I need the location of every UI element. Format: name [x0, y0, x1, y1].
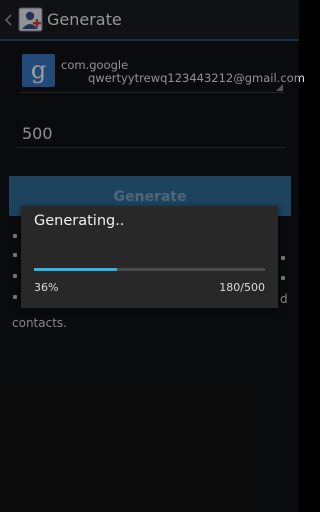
progress-dialog: Generating.. 36% 180/500 — [21, 206, 278, 308]
progress-bar-fill — [34, 268, 118, 271]
screen: Generate g com.google qwertyytrewq123443… — [0, 0, 305, 512]
progress-percent: 36% — [34, 281, 59, 294]
progress-bar — [34, 268, 265, 271]
progress-count: 180/500 — [219, 281, 265, 294]
dialog-title: Generating.. — [34, 213, 125, 229]
